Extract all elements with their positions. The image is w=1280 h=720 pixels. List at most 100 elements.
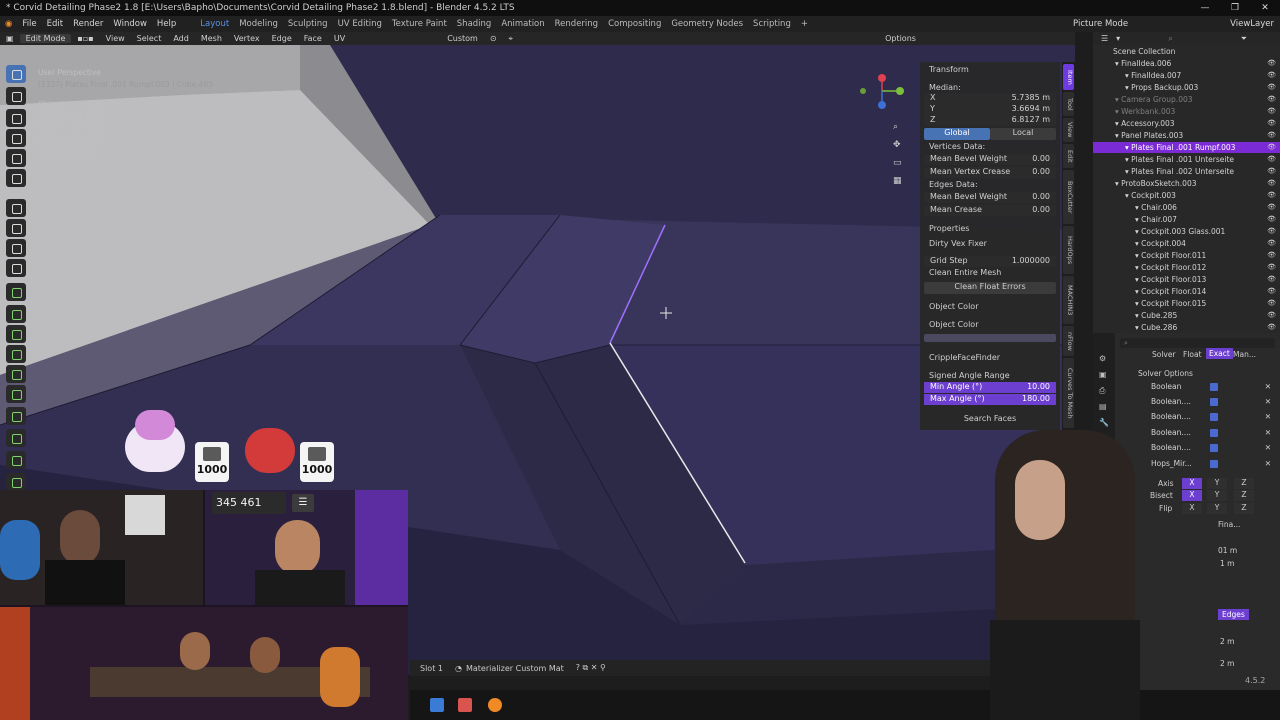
blender-taskbar-icon[interactable] [488, 698, 502, 712]
tab-curves-to-mesh[interactable]: Curves To Mesh [1063, 358, 1074, 428]
outliner-display-icon[interactable]: ▾ [1112, 34, 1124, 43]
vertex-select-icon[interactable]: ▪▫▪ [71, 34, 99, 43]
edge-slide-icon[interactable] [6, 451, 26, 469]
maximize-button[interactable]: ❐ [1220, 0, 1250, 16]
outliner-item[interactable]: ▾ Cockpit Floor.014 [1135, 287, 1206, 298]
smooth-icon[interactable] [6, 429, 26, 447]
visibility-eye-icon[interactable]: 👁 [1267, 119, 1276, 127]
pivot-icon[interactable]: ⊙ [484, 34, 503, 43]
grid-step-field[interactable]: Grid Step 1.000000 [924, 256, 1056, 267]
visibility-eye-icon[interactable]: 👁 [1267, 155, 1276, 163]
visibility-eye-icon[interactable]: 👁 [1267, 83, 1276, 91]
mean-crease-field[interactable]: Mean Crease 0.00 [924, 205, 1056, 216]
menu-edit[interactable]: Edit [42, 19, 68, 29]
material-name[interactable]: Materializer Custom Mat [460, 664, 570, 673]
min-angle-field[interactable]: Min Angle (°) 10.00 [924, 382, 1056, 393]
modifier-boolean-2[interactable]: Boolean.... ✕ [1125, 397, 1275, 410]
outliner-item[interactable]: ▾ Werkbank.003 [1115, 107, 1175, 118]
menu-window[interactable]: Window [108, 19, 152, 29]
mode-selector[interactable]: Edit Mode [19, 34, 72, 43]
measure-icon[interactable] [6, 239, 26, 257]
add-cube-icon[interactable] [6, 259, 26, 277]
extrude-icon[interactable] [6, 283, 26, 301]
menu-uv[interactable]: UV [328, 34, 351, 43]
outliner-item[interactable]: ▾ Cockpit.004 [1135, 239, 1186, 250]
scene-selector[interactable]: Picture Mode [1067, 19, 1134, 29]
inset-icon[interactable] [6, 305, 26, 323]
visibility-eye-icon[interactable]: 👁 [1267, 287, 1276, 295]
flip-y-toggle[interactable]: Y [1207, 503, 1227, 514]
tool-properties-icon[interactable]: ⚙ [1099, 351, 1109, 367]
outliner-item[interactable]: ▾ Cockpit Floor.011 [1135, 251, 1206, 262]
menu-mesh[interactable]: Mesh [195, 34, 228, 43]
menu-file[interactable]: File [17, 19, 41, 29]
outliner-item[interactable]: ▾ Chair.007 [1135, 215, 1177, 226]
cripple-face-finder-header[interactable]: CrippleFaceFinder [920, 353, 1060, 365]
menu-face[interactable]: Face [298, 34, 328, 43]
tab-animation[interactable]: Animation [496, 19, 549, 29]
view-layer-selector[interactable]: ViewLayer [1224, 19, 1280, 29]
outliner-item[interactable]: ▾ ProtoBoxSketch.003 [1115, 179, 1197, 190]
outliner-item[interactable]: ▾ FinalIdea.006 [1115, 59, 1171, 70]
move-icon[interactable] [6, 109, 26, 127]
max-angle-field[interactable]: Max Angle (°) 180.00 [924, 394, 1056, 405]
tab-uv-editing[interactable]: UV Editing [333, 19, 387, 29]
tab-geometry-nodes[interactable]: Geometry Nodes [666, 19, 748, 29]
view-layer-icon[interactable]: ▤ [1099, 399, 1109, 415]
local-toggle[interactable]: Local [990, 128, 1056, 140]
solver-options-header[interactable]: Solver Options [1138, 369, 1193, 378]
modifier-boolean-3[interactable]: Boolean.... ✕ [1125, 412, 1275, 425]
visibility-eye-icon[interactable]: 👁 [1267, 191, 1276, 199]
blender-logo-icon[interactable]: ◉ [0, 19, 17, 29]
visibility-eye-icon[interactable]: 👁 [1267, 215, 1276, 223]
visibility-eye-icon[interactable]: 👁 [1267, 167, 1276, 175]
pan-icon[interactable]: ✥ [893, 136, 902, 154]
edges-button[interactable]: Edges [1218, 609, 1249, 620]
visibility-eye-icon[interactable]: 👁 [1267, 299, 1276, 307]
tab-boxcutter[interactable]: BoxCutter [1063, 170, 1074, 224]
value-field-2[interactable]: 1 m [1220, 559, 1234, 568]
visibility-eye-icon[interactable]: 👁 [1267, 59, 1276, 67]
tab-scripting[interactable]: Scripting [748, 19, 796, 29]
modifier-boolean-5[interactable]: Boolean.... ✕ [1125, 443, 1275, 456]
bevel-icon[interactable] [6, 325, 26, 343]
camera-icon[interactable]: ▭ [893, 154, 902, 172]
median-y-field[interactable]: Y 3.6694 m [924, 104, 1056, 115]
scene-collection[interactable]: Scene Collection [1113, 47, 1175, 58]
value-field-1[interactable]: 01 m [1218, 546, 1237, 555]
visibility-eye-icon[interactable]: 👁 [1267, 203, 1276, 211]
scale-icon[interactable] [6, 149, 26, 167]
visibility-eye-icon[interactable]: 👁 [1267, 251, 1276, 259]
clean-entire-mesh-button[interactable]: Clean Entire Mesh [929, 268, 1001, 277]
tab-item[interactable]: Item [1063, 64, 1074, 90]
bisect-y-toggle[interactable]: Y [1207, 490, 1227, 501]
visibility-eye-icon[interactable]: 👁 [1267, 95, 1276, 103]
object-color-header[interactable]: Object Color [920, 302, 1060, 314]
menu-edge[interactable]: Edge [266, 34, 298, 43]
outliner-item[interactable]: ▾ Cockpit Floor.013 [1135, 275, 1206, 286]
axis-z-toggle[interactable]: Z [1234, 478, 1254, 489]
outliner-item[interactable]: ▾ Plates Final .002 Unterseite [1125, 167, 1234, 178]
tab-hardops[interactable]: HardOps [1063, 226, 1074, 274]
outliner-item[interactable]: ▾ Cube.285 [1135, 311, 1177, 322]
menu-vertex[interactable]: Vertex [228, 34, 266, 43]
tab-solver[interactable]: Solver [1152, 350, 1176, 359]
visibility-eye-icon[interactable]: 👁 [1267, 275, 1276, 283]
zoom-icon[interactable]: ⌕ [893, 118, 902, 136]
clean-float-errors-button[interactable]: Clean Float Errors [924, 282, 1056, 294]
paint-taskbar-icon[interactable] [458, 698, 472, 712]
menu-select[interactable]: Select [131, 34, 168, 43]
add-workspace-button[interactable]: + [796, 19, 813, 29]
tab-modeling[interactable]: Modeling [234, 19, 283, 29]
visibility-eye-icon[interactable]: 👁 [1267, 71, 1276, 79]
select-box-icon[interactable] [6, 65, 26, 83]
snap-icon[interactable]: ⌖ [503, 34, 520, 44]
loop-cut-icon[interactable] [6, 345, 26, 363]
bisect-z-toggle[interactable]: Z [1234, 490, 1254, 501]
knife-icon[interactable] [6, 365, 26, 383]
tab-texture-paint[interactable]: Texture Paint [387, 19, 452, 29]
modifier-hops-mirror[interactable]: Hops_Mir... ✕ [1125, 459, 1275, 472]
mean-bevel-weight-edge-field[interactable]: Mean Bevel Weight 0.00 [924, 192, 1056, 203]
visibility-eye-icon[interactable]: 👁 [1267, 311, 1276, 319]
tab-rendering[interactable]: Rendering [550, 19, 603, 29]
